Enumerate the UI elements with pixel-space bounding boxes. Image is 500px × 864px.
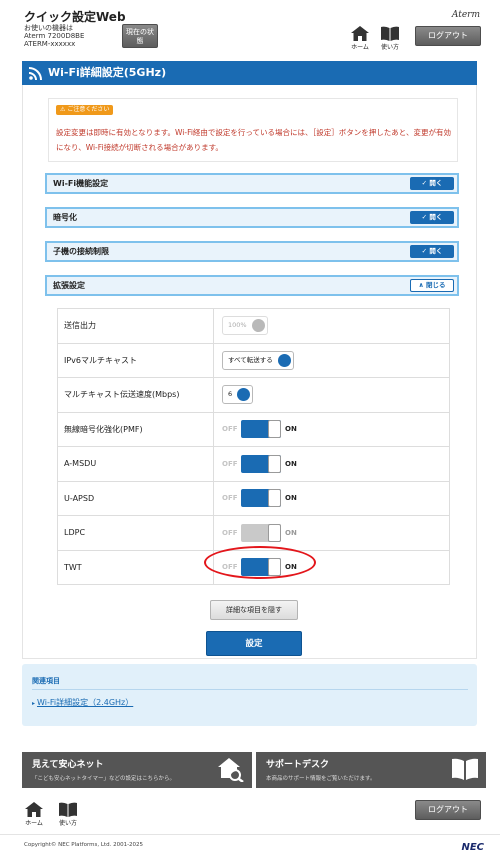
tx-power-select: 100%: [222, 316, 268, 336]
setting-label: A-MSDU: [57, 446, 214, 482]
promo-support-desk[interactable]: サポートデスク 本商品のサポート情報をご覧いただけます。: [256, 752, 486, 788]
wifi-icon: [29, 67, 42, 80]
help-label: 使い方: [58, 820, 77, 827]
extended-settings-table: 送信出力 100% IPv6マルチキャスト すべて転送する マルチキャスト伝送速…: [57, 308, 450, 585]
chevron-down-icon: [237, 388, 251, 402]
table-row: U-APSD OFF ON: [57, 480, 450, 516]
uapsd-toggle[interactable]: OFF ON: [222, 489, 297, 508]
header: クイック設定Web お使いの機器は Aterm 7200D8BE ATERM-x…: [0, 0, 500, 58]
pmf-toggle[interactable]: OFF ON: [222, 420, 297, 439]
book-icon: [452, 758, 478, 780]
accordion-label: Wi-Fi機能設定: [53, 179, 109, 188]
promo-desc: 本商品のサポート情報をご覧いただけます。: [266, 776, 376, 782]
hide-details-button[interactable]: 詳細な項目を隠す: [210, 600, 298, 620]
chevron-down-icon: [251, 319, 265, 333]
home-label: ホーム: [351, 44, 369, 51]
caution-tag: ⚠ ご注意ください: [56, 105, 114, 115]
promo-title: サポートデスク: [266, 760, 330, 770]
home-icon: [351, 26, 369, 41]
table-row: IPv6マルチキャスト すべて転送する: [57, 342, 450, 378]
table-row: 無線暗号化強化(PMF) OFF ON: [57, 411, 450, 447]
home-label: ホーム: [25, 820, 43, 827]
footer-home-nav[interactable]: ホーム: [22, 802, 46, 827]
multicast-rate-select[interactable]: 6: [222, 385, 254, 405]
promo-title: 見えて安心ネット: [32, 760, 104, 770]
device-model: Aterm 7200D8BE: [24, 32, 85, 40]
setting-label: IPv6マルチキャスト: [57, 342, 214, 378]
device-label: お使いの機器は: [24, 24, 73, 32]
divider: [32, 689, 468, 690]
logout-button[interactable]: ログアウト: [415, 26, 481, 46]
home-nav[interactable]: ホーム: [348, 26, 372, 51]
app-title: クイック設定Web: [24, 10, 126, 24]
setting-label: TWT: [57, 549, 214, 585]
caution-tag-label: ご注意ください: [67, 106, 110, 113]
home-icon: [25, 802, 43, 817]
book-icon: [59, 802, 77, 817]
setting-label: 無線暗号化強化(PMF): [57, 411, 214, 447]
accordion-encryption[interactable]: 暗号化 ✓ 開く: [45, 207, 459, 228]
table-row: LDPC OFF ON: [57, 515, 450, 551]
book-icon: [381, 26, 399, 41]
setting-label: LDPC: [57, 515, 214, 551]
accordion-wifi-function[interactable]: Wi-Fi機能設定 ✓ 開く: [45, 173, 459, 194]
home-search-icon: [218, 758, 244, 782]
setting-label: U-APSD: [57, 480, 214, 516]
footer-help-nav[interactable]: 使い方: [56, 802, 80, 827]
select-value: すべて転送する: [228, 355, 273, 364]
status-button[interactable]: 現在の状態: [122, 24, 158, 48]
table-row: マルチキャスト伝送速度(Mbps) 6: [57, 377, 450, 413]
caution-message: 設定変更は即時に有効となります。Wi-Fi経由で設定を行っている場合には、［設定…: [56, 128, 451, 152]
copyright: Copyright© NEC Platforms, Ltd. 2001-2025: [24, 842, 144, 848]
collapse-button[interactable]: ∧ 閉じる: [410, 279, 454, 292]
promo-mieru-anshin[interactable]: 見えて安心ネット 「こども安心ネットタイマー」などの設定はこちらから。: [22, 752, 252, 788]
device-name: ATERM-xxxxxx: [24, 40, 76, 48]
amsdu-toggle[interactable]: OFF ON: [222, 454, 297, 473]
twt-highlight-circle: [204, 546, 316, 579]
setting-label: 送信出力: [57, 308, 214, 344]
help-label: 使い方: [380, 44, 399, 51]
device-info: お使いの機器は Aterm 7200D8BE ATERM-xxxxxx: [24, 24, 84, 48]
expand-button[interactable]: ✓ 開く: [410, 177, 454, 190]
accordion-extended-settings[interactable]: 拡張設定 ∧ 閉じる: [45, 275, 459, 296]
ldpc-toggle: OFF ON: [222, 523, 297, 542]
footer-logout-button[interactable]: ログアウト: [415, 800, 481, 820]
accordion-client-restriction[interactable]: 子機の接続制限 ✓ 開く: [45, 241, 459, 262]
accordion-label: 子機の接続制限: [53, 247, 109, 256]
alert-icon: ⚠: [60, 106, 66, 113]
help-nav[interactable]: 使い方: [378, 26, 402, 51]
select-value: 100%: [228, 321, 247, 330]
select-value: 6: [228, 390, 233, 399]
brand-logo: Aterm: [451, 10, 480, 20]
related-items: 関連項目 Wi-Fi詳細設定（2.4GHz）: [22, 664, 477, 726]
ipv6-multicast-select[interactable]: すべて転送する: [222, 350, 294, 370]
expand-button[interactable]: ✓ 開く: [410, 245, 454, 258]
related-link-2-4ghz[interactable]: Wi-Fi詳細設定（2.4GHz）: [32, 697, 133, 708]
chevron-down-icon: [277, 353, 291, 367]
nec-logo: NEC: [461, 842, 484, 853]
apply-button[interactable]: 設定: [206, 631, 302, 656]
table-row: 送信出力 100%: [57, 308, 450, 344]
section-title: Wi-Fi詳細設定(5GHz): [48, 66, 167, 79]
section-banner: Wi-Fi詳細設定(5GHz): [22, 61, 477, 85]
caution-box: ⚠ ご注意ください 設定変更は即時に有効となります。Wi-Fi経由で設定を行って…: [48, 98, 458, 162]
divider: [0, 834, 500, 835]
table-row: A-MSDU OFF ON: [57, 446, 450, 482]
accordion-label: 暗号化: [53, 213, 77, 222]
accordion-label: 拡張設定: [53, 281, 85, 290]
related-title: 関連項目: [32, 677, 60, 685]
expand-button[interactable]: ✓ 開く: [410, 211, 454, 224]
setting-label: マルチキャスト伝送速度(Mbps): [57, 377, 214, 413]
promo-desc: 「こども安心ネットタイマー」などの設定はこちらから。: [32, 776, 176, 782]
